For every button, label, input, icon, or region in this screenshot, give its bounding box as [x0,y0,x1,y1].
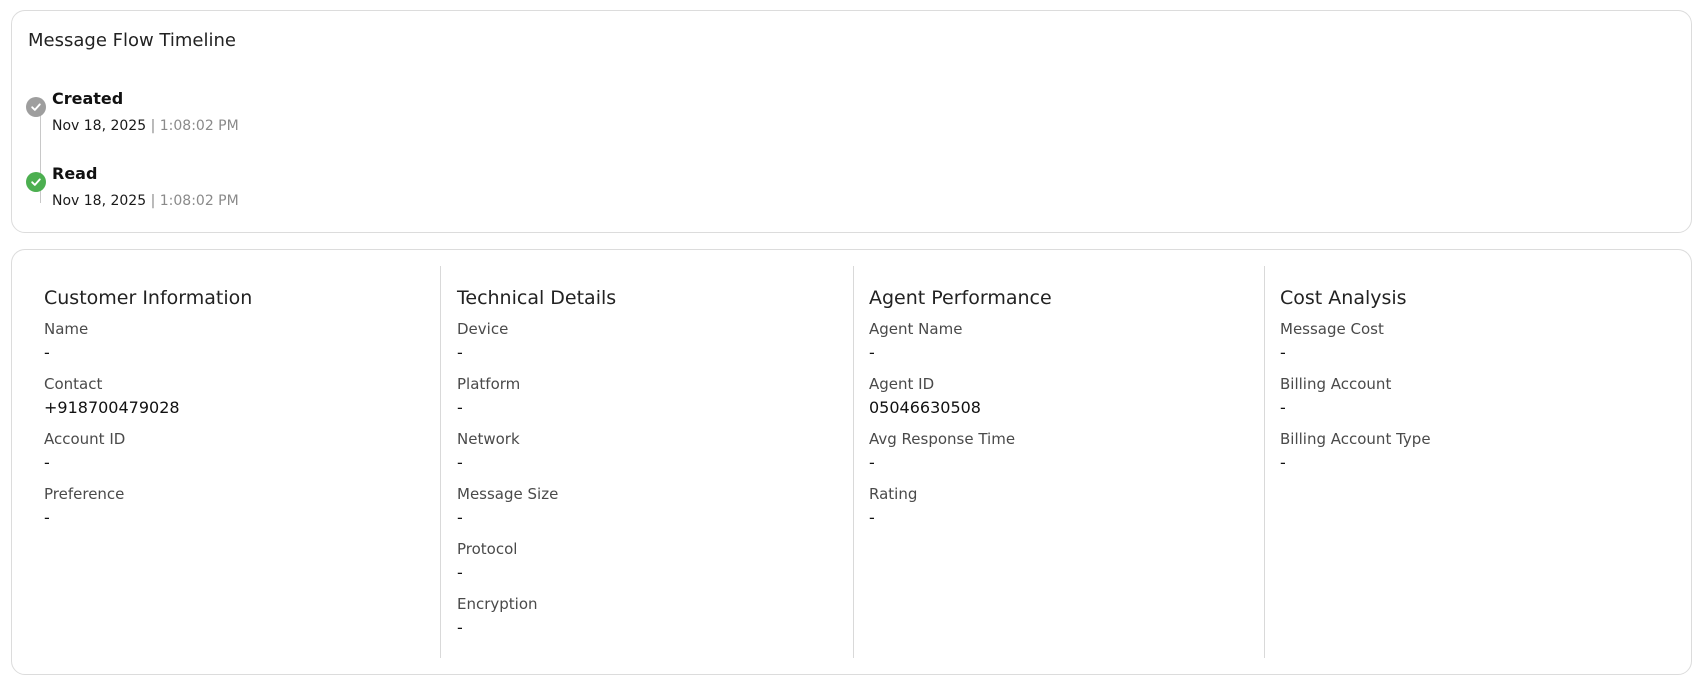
field-message-cost: Message Cost - [1280,320,1384,362]
field-billing-account-type: Billing Account Type - [1280,430,1431,472]
section-title: Cost Analysis [1280,287,1407,309]
timeline-event-timestamp: Nov 18, 2025 | 1:08:02 PM [52,118,239,134]
field-preference: Preference - [44,485,124,527]
timeline-event-time: 1:08:02 PM [159,193,239,209]
section-title: Customer Information [44,287,253,309]
field-agent-name: Agent Name - [869,320,962,362]
field-value: - [44,453,50,472]
field-device: Device - [457,320,508,362]
field-value: - [869,508,875,527]
field-label: Billing Account [1280,375,1392,393]
field-label: Message Size [457,485,559,503]
timeline-event-label: Created [52,89,124,108]
field-avg-response-time: Avg Response Time - [869,430,1015,472]
check-circle-icon [26,97,46,117]
field-value: - [457,563,463,582]
field-label: Device [457,320,509,338]
field-value: - [457,618,463,637]
field-value: - [457,453,463,472]
field-value: - [869,343,875,362]
field-rating: Rating - [869,485,917,527]
cost-analysis-section: Cost Analysis Message Cost - Billing Acc… [1280,266,1660,658]
check-circle-icon [26,172,46,192]
field-value: - [457,508,463,527]
field-label: Message Cost [1280,320,1384,338]
field-label: Agent ID [869,375,935,393]
field-value: - [457,398,463,417]
field-label: Encryption [457,595,538,613]
timeline-event-time: 1:08:02 PM [159,118,239,134]
field-label: Rating [869,485,918,503]
timestamp-separator: | [150,118,156,134]
section-title: Agent Performance [869,287,1052,309]
field-value: - [869,453,875,472]
field-network: Network - [457,430,520,472]
technical-details-section: Technical Details Device - Platform - Ne… [457,266,837,658]
timeline-event-label: Read [52,164,98,183]
field-label: Agent Name [869,320,963,338]
message-details-card: Customer Information Name - Contact +918… [11,249,1692,675]
timeline-event-date: Nov 18, 2025 [52,118,147,134]
field-name: Name - [44,320,88,362]
column-divider [440,266,441,658]
field-label: Billing Account Type [1280,430,1431,448]
field-account-id: Account ID - [44,430,125,472]
field-value: - [44,508,50,527]
column-divider [853,266,854,658]
field-label: Platform [457,375,521,393]
field-protocol: Protocol - [457,540,517,582]
field-platform: Platform - [457,375,520,417]
field-label: Protocol [457,540,518,558]
field-agent-id: Agent ID 05046630508 [869,375,981,417]
field-value: +918700479028 [44,398,180,417]
field-value: - [1280,453,1286,472]
field-label: Preference [44,485,125,503]
timeline-title: Message Flow Timeline [28,30,236,51]
field-billing-account: Billing Account - [1280,375,1391,417]
field-label: Network [457,430,520,448]
field-value: - [457,343,463,362]
column-divider [1264,266,1265,658]
field-message-size: Message Size - [457,485,558,527]
agent-performance-section: Agent Performance Agent Name - Agent ID … [869,266,1249,658]
section-title: Technical Details [457,287,617,309]
timestamp-separator: | [150,193,156,209]
message-flow-timeline-card: Message Flow Timeline Created Nov 18, 20… [11,10,1692,233]
timeline-event-date: Nov 18, 2025 [52,193,147,209]
field-value: - [1280,398,1286,417]
customer-information-section: Customer Information Name - Contact +918… [44,266,424,658]
field-value: - [1280,343,1286,362]
field-value: 05046630508 [869,398,981,417]
field-label: Contact [44,375,103,393]
field-encryption: Encryption - [457,595,538,637]
field-label: Avg Response Time [869,430,1016,448]
field-label: Account ID [44,430,126,448]
field-value: - [44,343,50,362]
field-contact: Contact +918700479028 [44,375,180,417]
field-label: Name [44,320,89,338]
timeline-event-timestamp: Nov 18, 2025 | 1:08:02 PM [52,193,239,209]
